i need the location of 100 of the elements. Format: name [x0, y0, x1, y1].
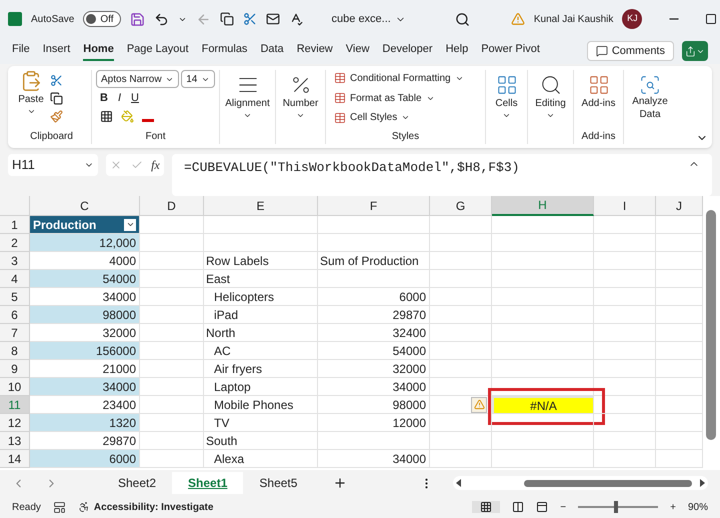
- copy-icon[interactable]: [50, 92, 63, 105]
- row-header[interactable]: 9: [0, 360, 30, 378]
- column-header[interactable]: J: [656, 196, 703, 216]
- styles-menu-button[interactable]: Format as Table: [334, 90, 477, 106]
- ribbon-tab[interactable]: Page Layout: [126, 41, 189, 61]
- scissors-icon[interactable]: [242, 12, 257, 26]
- styles-menu-button[interactable]: Cell Styles: [334, 109, 477, 126]
- row-header[interactable]: 3: [0, 252, 30, 270]
- table-cell: [656, 288, 703, 306]
- autosave-toggle[interactable]: Off: [83, 11, 121, 27]
- mail-icon[interactable]: [266, 12, 280, 26]
- formula-field[interactable]: =CUBEVALUE("ThisWorkbookDataModel",$H8,F$3): [172, 154, 712, 196]
- horizontal-scrollbar[interactable]: [453, 476, 708, 490]
- zoom-in-button[interactable]: +: [670, 500, 676, 514]
- row-header[interactable]: 5: [0, 288, 30, 306]
- sheet-tab[interactable]: Sheet2: [102, 472, 172, 494]
- row-header[interactable]: 4: [0, 270, 30, 288]
- user-avatar[interactable]: KJ: [622, 9, 642, 29]
- zoom-out-button[interactable]: −: [560, 500, 566, 514]
- column-header[interactable]: E: [204, 196, 318, 216]
- table-cell: 34000: [30, 378, 140, 396]
- row-header[interactable]: 1: [0, 216, 30, 234]
- ribbon-tab[interactable]: Formulas: [202, 41, 248, 61]
- ribbon-tab[interactable]: Data: [260, 41, 284, 61]
- ribbon-tab[interactable]: Review: [296, 41, 333, 61]
- add-ins-button[interactable]: Add-ins: [582, 70, 616, 111]
- analyze-data-button[interactable]: Analyze Data: [624, 70, 676, 144]
- table-cell: [140, 306, 204, 324]
- italic-button[interactable]: I: [118, 90, 122, 106]
- row-header[interactable]: 12: [0, 414, 30, 432]
- share-button[interactable]: [682, 41, 708, 61]
- cells-button[interactable]: Cells: [486, 70, 528, 144]
- save-icon[interactable]: [130, 12, 145, 26]
- normal-view-icon[interactable]: [472, 501, 500, 513]
- ribbon-tab[interactable]: Insert: [42, 41, 70, 61]
- row-header[interactable]: 11: [0, 396, 30, 414]
- table-cell: [594, 360, 656, 378]
- insert-function-button[interactable]: fx: [151, 156, 160, 174]
- error-warning-icon[interactable]: [471, 396, 487, 412]
- row-header[interactable]: 6: [0, 306, 30, 324]
- add-sheet-icon[interactable]: [333, 476, 348, 490]
- format-painter-icon[interactable]: [50, 110, 63, 123]
- share-icon: [685, 46, 696, 56]
- zoom-percentage[interactable]: 90%: [688, 500, 708, 514]
- column-header[interactable]: H: [492, 196, 594, 216]
- ribbon-tab[interactable]: Home: [83, 41, 114, 61]
- underline-button[interactable]: U: [131, 90, 139, 106]
- search-icon[interactable]: [454, 12, 470, 26]
- file-name-dropdown[interactable]: cube exce...: [332, 10, 406, 28]
- sheet-tab[interactable]: Sheet5: [243, 472, 314, 494]
- ribbon-tab[interactable]: View: [346, 41, 370, 61]
- row-header[interactable]: 7: [0, 324, 30, 342]
- group-label: Font: [145, 130, 166, 144]
- number-button[interactable]: Number: [276, 70, 326, 144]
- alignment-button[interactable]: Alignment: [220, 70, 276, 144]
- ribbon-tab[interactable]: Power Pivot: [481, 41, 540, 61]
- row-header[interactable]: 8: [0, 342, 30, 360]
- filter-dropdown-icon[interactable]: [124, 218, 136, 230]
- zoom-slider-thumb[interactable]: [614, 501, 618, 513]
- pivot-row-label: North: [204, 324, 318, 342]
- ribbon-tab[interactable]: File: [12, 41, 30, 61]
- comments-button[interactable]: Comments: [586, 41, 674, 61]
- zoom-slider[interactable]: [578, 501, 658, 513]
- ribbon-tab[interactable]: Help: [446, 41, 468, 61]
- paste-button[interactable]: Paste: [16, 70, 46, 129]
- column-header[interactable]: D: [140, 196, 204, 216]
- table-cell: [140, 414, 204, 432]
- page-layout-icon[interactable]: [512, 501, 524, 513]
- table-cell: [594, 378, 656, 396]
- table-cell: [140, 450, 204, 468]
- ribbon-tab[interactable]: Developer: [382, 41, 433, 61]
- borders-icon[interactable]: [100, 110, 113, 122]
- accessibility-button[interactable]: Accessibility: Investigate: [78, 500, 214, 514]
- bold-button[interactable]: B: [100, 90, 108, 106]
- row-header[interactable]: 13: [0, 432, 30, 450]
- caret-icon: [296, 111, 305, 120]
- column-header[interactable]: F: [318, 196, 430, 216]
- caret-icon: [243, 111, 252, 120]
- undo-icon[interactable]: [154, 12, 169, 26]
- column-header[interactable]: I: [594, 196, 656, 216]
- vertical-scrollbar[interactable]: [706, 210, 716, 440]
- scissors-icon[interactable]: [50, 74, 63, 87]
- magnifier-icon: [540, 74, 562, 96]
- table-cell: [140, 378, 204, 396]
- pivot-value: 54000: [318, 342, 430, 360]
- editing-button[interactable]: Editing: [528, 70, 574, 144]
- pivot-row-label: TV: [204, 414, 318, 432]
- row-header[interactable]: 10: [0, 378, 30, 396]
- page-break-icon[interactable]: [536, 501, 548, 513]
- row-header[interactable]: 2: [0, 234, 30, 252]
- row-header[interactable]: 14: [0, 450, 30, 468]
- name-box[interactable]: H11: [8, 154, 98, 176]
- pivot-row-label: East: [204, 270, 318, 288]
- table-cell: [656, 414, 703, 432]
- font-size-field[interactable]: 14: [181, 70, 215, 88]
- sheet-tab[interactable]: Sheet1: [172, 472, 244, 494]
- table-cell: [594, 414, 656, 432]
- copy-icon[interactable]: [220, 12, 234, 26]
- styles-menu-button[interactable]: Conditional Formatting: [334, 70, 477, 87]
- font-name-field[interactable]: Aptos Narrow: [96, 70, 180, 88]
